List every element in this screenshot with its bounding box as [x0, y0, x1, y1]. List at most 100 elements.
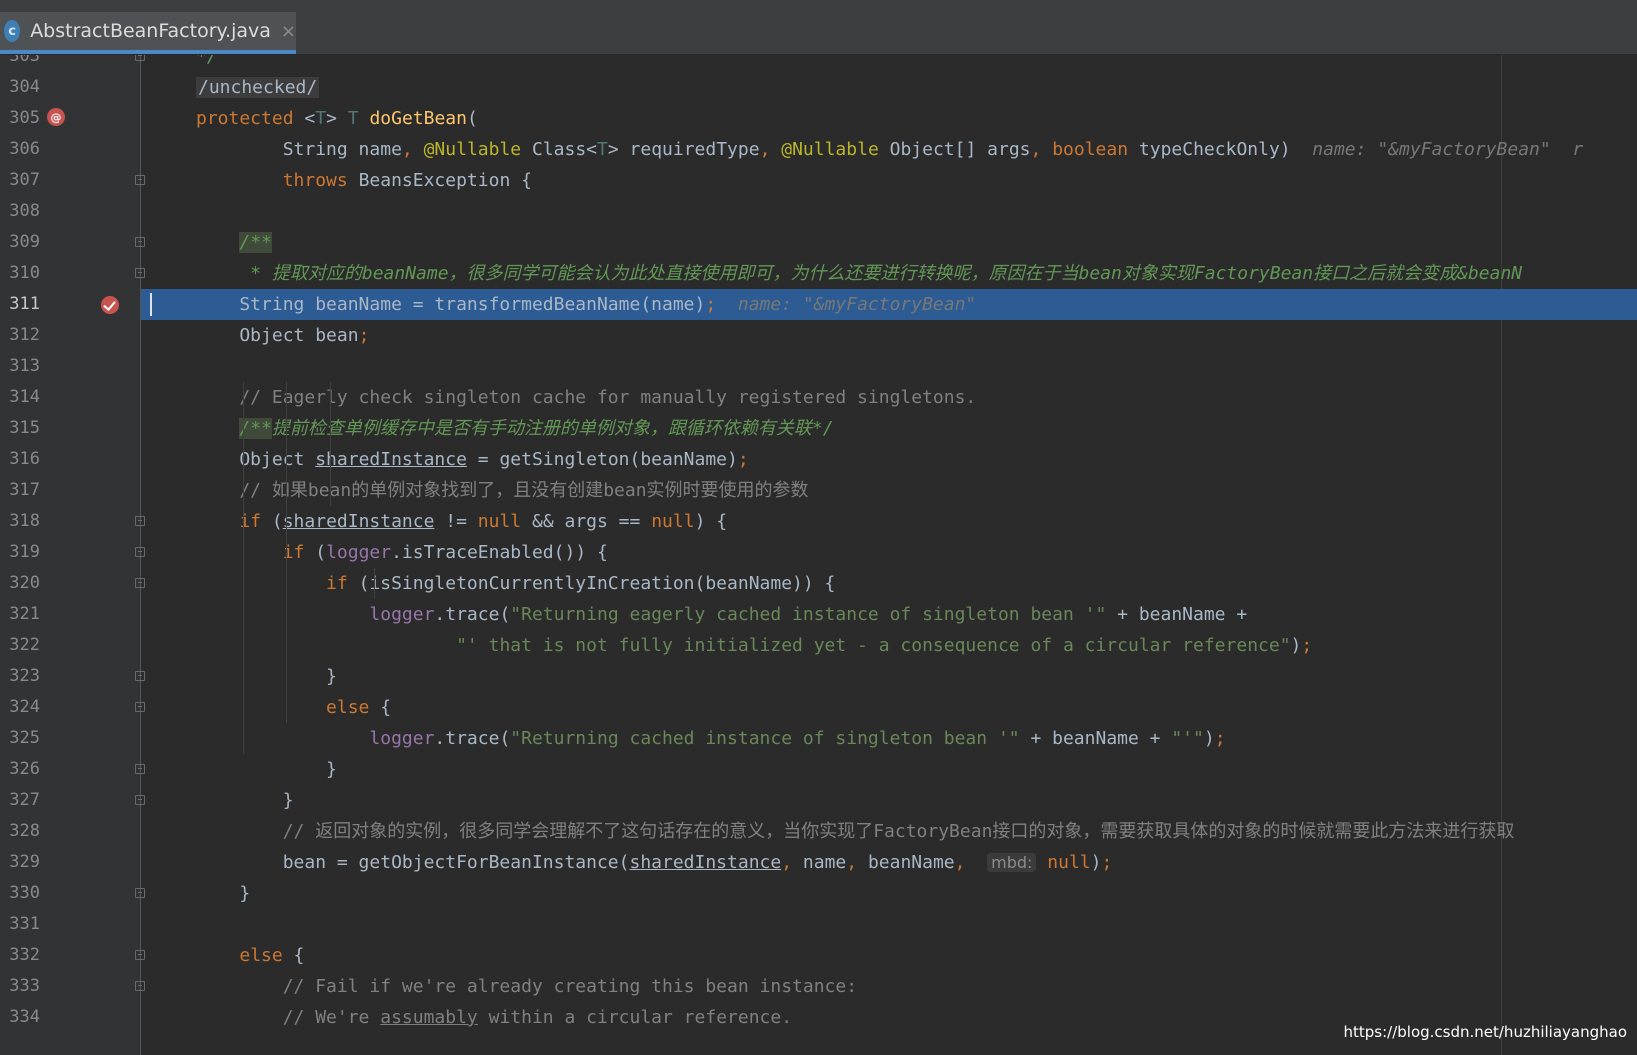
code-line[interactable]: 319 if (logger.isTraceEnabled()) {: [0, 537, 1637, 568]
line-number[interactable]: 320: [0, 568, 40, 599]
line-number[interactable]: 325: [0, 723, 40, 754]
code-line[interactable]: 317 // 如果bean的单例对象找到了，且没有创建bean实例时要使用的参数: [0, 475, 1637, 506]
code-token: !=: [434, 511, 478, 532]
code-line[interactable]: 305 @ protected <T> T doGetBean(: [0, 103, 1637, 134]
fold-toggle-icon[interactable]: [135, 702, 145, 712]
code-line[interactable]: 327 }: [0, 785, 1637, 816]
line-number[interactable]: 308: [0, 196, 40, 227]
line-number[interactable]: 313: [0, 351, 40, 382]
line-number[interactable]: 328: [0, 816, 40, 847]
line-number[interactable]: 314: [0, 382, 40, 413]
line-number[interactable]: 318: [0, 506, 40, 537]
code-line[interactable]: 332 else {: [0, 940, 1637, 971]
code-editor[interactable]: 303 */304/unchecked/305 @ protected <T> T d…: [0, 55, 1637, 1055]
line-number[interactable]: 324: [0, 692, 40, 723]
line-number[interactable]: 304: [0, 72, 40, 103]
code-line[interactable]: 304/unchecked/: [0, 72, 1637, 103]
code-line[interactable]: 330 }: [0, 878, 1637, 909]
line-number[interactable]: 327: [0, 785, 40, 816]
line-number[interactable]: 334: [0, 1002, 40, 1033]
code-line[interactable]: 313: [0, 351, 1637, 382]
fold-toggle-icon[interactable]: [135, 237, 145, 247]
code-line[interactable]: 323 }: [0, 661, 1637, 692]
code-line[interactable]: 326 }: [0, 754, 1637, 785]
code-line[interactable]: 316 Object sharedInstance = getSingleton…: [0, 444, 1637, 475]
code-line[interactable]: 320 if (isSingletonCurrentlyInCreation(b…: [0, 568, 1637, 599]
line-number[interactable]: 332: [0, 940, 40, 971]
code-token: (: [466, 108, 478, 129]
code-line[interactable]: 307 throws BeansException {: [0, 165, 1637, 196]
code-line[interactable]: 321 logger.trace("Returning eagerly cach…: [0, 599, 1637, 630]
code-line[interactable]: 312 Object bean;: [0, 320, 1637, 351]
line-number[interactable]: 329: [0, 847, 40, 878]
code-line[interactable]: 331: [0, 909, 1637, 940]
code-line[interactable]: 311 String beanName = transformedBeanNam…: [0, 289, 1637, 320]
code-text: // 如果bean的单例对象找到了，且没有创建bean实例时要使用的参数: [196, 475, 808, 506]
fold-toggle-icon[interactable]: [135, 175, 145, 185]
code-token: * 提取对应的beanName，很多同学可能会认为此处直接使用即可，为什么还要进…: [196, 263, 1523, 284]
line-number[interactable]: 316: [0, 444, 40, 475]
code-line[interactable]: 318 if (sharedInstance != null && args =…: [0, 506, 1637, 537]
line-number[interactable]: 305: [0, 103, 40, 134]
line-number[interactable]: 321: [0, 599, 40, 630]
line-number[interactable]: 310: [0, 258, 40, 289]
code-line[interactable]: 324 else {: [0, 692, 1637, 723]
line-number[interactable]: 311: [0, 289, 40, 320]
fold-toggle-icon[interactable]: [135, 268, 145, 278]
code-token: + beanName +: [1019, 728, 1172, 749]
code-line[interactable]: 315 /**提前检查单例缓存中是否有手动注册的单例对象，跟循环依赖有关联*/: [0, 413, 1637, 444]
tab-abstract-bean-factory[interactable]: c AbstractBeanFactory.java ×: [0, 12, 296, 54]
fold-toggle-icon[interactable]: [135, 578, 145, 588]
line-number[interactable]: 309: [0, 227, 40, 258]
code-line[interactable]: 328 // 返回对象的实例，很多同学会理解不了这句话存在的意义，当你实现了Fa…: [0, 816, 1637, 847]
indent-guide: [243, 382, 244, 754]
line-number[interactable]: 331: [0, 909, 40, 940]
line-number[interactable]: 326: [0, 754, 40, 785]
fold-toggle-icon[interactable]: [135, 950, 145, 960]
override-method-icon[interactable]: @: [47, 108, 65, 126]
fold-toggle-icon[interactable]: [135, 547, 145, 557]
code-token: T: [347, 108, 370, 129]
code-token: ;: [1214, 728, 1226, 749]
close-icon[interactable]: ×: [281, 21, 296, 42]
code-text: /unchecked/: [196, 72, 320, 103]
fold-toggle-icon[interactable]: [135, 795, 145, 805]
code-line[interactable]: 325 logger.trace("Returning cached insta…: [0, 723, 1637, 754]
code-line[interactable]: 303 */: [0, 55, 1637, 72]
line-number[interactable]: 306: [0, 134, 40, 165]
line-number[interactable]: 312: [0, 320, 40, 351]
code-token: */: [196, 55, 218, 67]
code-line[interactable]: 322 "' that is not fully initialized yet…: [0, 630, 1637, 661]
code-token: name: "&myFactoryBean": [716, 294, 977, 315]
fold-toggle-icon[interactable]: [135, 764, 145, 774]
code-line[interactable]: 309 /**: [0, 227, 1637, 258]
fold-toggle-icon[interactable]: [135, 981, 145, 991]
fold-toggle-icon[interactable]: [135, 516, 145, 526]
breakpoint-icon[interactable]: [101, 296, 119, 314]
code-token: ): [1203, 728, 1215, 749]
code-line[interactable]: 314 // Eagerly check singleton cache for…: [0, 382, 1637, 413]
code-text: if (logger.isTraceEnabled()) {: [196, 537, 608, 568]
fold-toggle-icon[interactable]: [135, 671, 145, 681]
line-number[interactable]: 333: [0, 971, 40, 1002]
line-number[interactable]: 315: [0, 413, 40, 444]
code-token: /unchecked/: [196, 77, 320, 98]
code-token: if: [282, 542, 316, 563]
line-number[interactable]: 323: [0, 661, 40, 692]
line-number[interactable]: 307: [0, 165, 40, 196]
line-number[interactable]: 322: [0, 630, 40, 661]
line-number[interactable]: 319: [0, 537, 40, 568]
code-line[interactable]: 333 // Fail if we're already creating th…: [0, 971, 1637, 1002]
tab-file-name: AbstractBeanFactory.java: [30, 20, 271, 42]
fold-toggle-icon[interactable]: [135, 55, 145, 61]
line-number[interactable]: 303: [0, 55, 40, 72]
code-line[interactable]: 329 bean = getObjectForBeanInstance(shar…: [0, 847, 1637, 878]
code-line[interactable]: 306 String name, @Nullable Class<T> requ…: [0, 134, 1637, 165]
line-number[interactable]: 330: [0, 878, 40, 909]
code-line[interactable]: 310 * 提取对应的beanName，很多同学可能会认为此处直接使用即可，为什…: [0, 258, 1637, 289]
code-line[interactable]: 308: [0, 196, 1637, 227]
line-number[interactable]: 317: [0, 475, 40, 506]
fold-toggle-icon[interactable]: [135, 888, 145, 898]
